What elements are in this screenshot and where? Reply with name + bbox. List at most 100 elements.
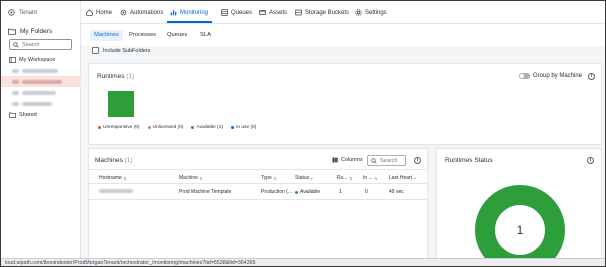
column-header-label: Type xyxy=(261,175,272,181)
col-type[interactable]: Type ⇅ xyxy=(261,175,277,181)
main-nav: Home Automations Monitoring Queues Asset… xyxy=(81,1,605,24)
columns-button[interactable]: Columns xyxy=(332,157,363,163)
folder-search-placeholder: Search xyxy=(22,41,40,48)
col-in-use[interactable]: In ... ⇅ xyxy=(363,175,378,181)
nav-settings[interactable]: Settings xyxy=(355,9,387,16)
legend-dot xyxy=(147,126,151,129)
browser-status-url: loud.uipath.com/lbooindexter/ProdMorganT… xyxy=(1,258,605,266)
folder-item[interactable] xyxy=(1,98,81,109)
tab-machines[interactable]: Machines xyxy=(90,30,123,41)
machines-title: Machines xyxy=(95,157,123,164)
info-icon[interactable]: i xyxy=(587,157,594,164)
group-by-machine-switch[interactable] xyxy=(519,73,530,79)
folder-tree: My Workspace Shared xyxy=(1,54,81,120)
info-icon[interactable]: i xyxy=(414,157,421,164)
folder-icon xyxy=(12,90,19,95)
tenant-icon xyxy=(8,9,15,16)
nav-label: Monitoring xyxy=(180,9,209,16)
folder-item-label: Shared xyxy=(19,111,37,118)
workspace-icon xyxy=(9,56,16,63)
legend-label: Available (1) xyxy=(196,125,224,130)
columns-icon xyxy=(332,157,338,163)
runtimes-status-donut: 1 xyxy=(475,185,565,259)
column-header-label: Status xyxy=(295,175,310,181)
col-machine[interactable]: Machine ⇅ xyxy=(179,175,203,181)
sort-icon: ⇅ xyxy=(349,175,353,181)
folder-sidebar: Tenant My Folders Search My Workspace Sh… xyxy=(1,1,81,266)
folder-item-active[interactable] xyxy=(1,76,81,87)
queues-icon xyxy=(221,9,228,16)
cell-status: Available xyxy=(295,189,320,195)
folder-item[interactable] xyxy=(1,87,81,98)
col-hostname[interactable]: Hostname ⇅ xyxy=(99,175,127,181)
nav-label: Storage Buckets xyxy=(305,9,350,16)
folder-item[interactable] xyxy=(1,65,81,76)
storage-icon xyxy=(295,9,302,16)
folder-icon xyxy=(12,79,19,84)
home-icon xyxy=(86,9,93,16)
col-last-heartbeat[interactable]: Last Heart... xyxy=(389,175,416,181)
col-runtimes[interactable]: Ru... ⇅ xyxy=(337,175,352,181)
nav-home[interactable]: Home xyxy=(86,9,112,16)
nav-label: Home xyxy=(96,9,113,16)
legend-unresponsive: Unresponsive (0) xyxy=(98,125,140,130)
runtime-tile-available[interactable] xyxy=(108,91,134,117)
search-icon xyxy=(13,41,19,48)
cell-machine[interactable]: Prod Machine Template xyxy=(179,189,231,195)
include-subfolders-checkbox[interactable] xyxy=(92,47,99,54)
runtimes-status-card: Runtimes Status i 1 xyxy=(436,148,602,260)
col-status[interactable]: Status ▾ xyxy=(295,175,313,181)
column-header-label: Machine xyxy=(179,175,198,181)
group-by-machine-label: Group by Machine xyxy=(533,73,583,79)
legend-available: Available (1) xyxy=(191,125,223,130)
cell-last-heartbeat: 49 sec xyxy=(389,189,404,195)
machines-search-placeholder: Search xyxy=(380,157,398,164)
tab-processes[interactable]: Processes xyxy=(125,30,160,41)
folder-item-my-workspace[interactable]: My Workspace xyxy=(1,54,81,65)
assets-icon xyxy=(259,10,266,15)
folder-item-shared[interactable]: Shared xyxy=(1,109,81,120)
runtimes-status-title: Runtimes Status xyxy=(445,157,493,164)
nav-storage-buckets[interactable]: Storage Buckets xyxy=(295,9,349,16)
legend-label: Unlicensed (0) xyxy=(152,125,184,130)
machines-title-row: Machines (1) xyxy=(95,157,133,164)
include-subfolders-label: Include SubFolders xyxy=(103,47,151,54)
machines-search-input[interactable]: Search xyxy=(367,155,406,166)
tenant-selector[interactable]: Tenant xyxy=(8,9,37,16)
columns-label: Columns xyxy=(341,157,363,163)
nav-queues[interactable]: Queues xyxy=(221,9,252,16)
info-icon[interactable]: i xyxy=(588,73,595,80)
sort-icon: ⇅ xyxy=(374,175,378,181)
sort-desc-icon: ▾ xyxy=(310,175,313,181)
cell-in-use: 0 xyxy=(365,189,368,195)
folders-header: My Folders xyxy=(8,28,52,35)
cell-type: Production (... xyxy=(261,189,293,195)
folder-icon xyxy=(12,101,19,106)
nav-assets[interactable]: Assets xyxy=(259,9,287,16)
app-window: Tenant My Folders Search My Workspace Sh… xyxy=(0,0,606,267)
cell-hostname xyxy=(99,189,133,193)
donut-center-value: 1 xyxy=(517,223,524,237)
nav-monitoring[interactable]: Monitoring xyxy=(170,9,208,16)
nav-automations[interactable]: Automations xyxy=(120,9,163,16)
machines-table-header: Hostname ⇅ Machine ⇅ Type ⇅ Status ▾ Ru... ⇅ … xyxy=(89,169,427,184)
tab-sla[interactable]: SLA xyxy=(196,30,215,41)
machines-count: (1) xyxy=(124,157,133,164)
nav-label: Assets xyxy=(269,9,288,16)
status-available-dot xyxy=(295,190,298,194)
group-by-machine-toggle[interactable]: Group by Machine xyxy=(519,73,582,79)
column-header-label: Ru... xyxy=(337,175,348,181)
status-label: Available xyxy=(300,189,321,195)
folder-item-label: My Workspace xyxy=(19,56,56,63)
runtimes-title: Runtimes xyxy=(97,73,125,80)
nav-label: Queues xyxy=(231,9,253,16)
tab-queues[interactable]: Queues xyxy=(163,30,191,41)
folder-icon xyxy=(8,28,16,35)
table-row[interactable]: Prod Machine Template Production (... Av… xyxy=(89,184,427,200)
redacted-hostname xyxy=(99,189,133,193)
include-subfolders-option[interactable]: Include SubFolders xyxy=(92,47,150,54)
redacted-folder-name xyxy=(22,79,62,84)
nav-label: Automations xyxy=(130,9,164,16)
legend-label: In use (0) xyxy=(236,125,257,130)
folder-search-input[interactable]: Search xyxy=(9,39,72,50)
